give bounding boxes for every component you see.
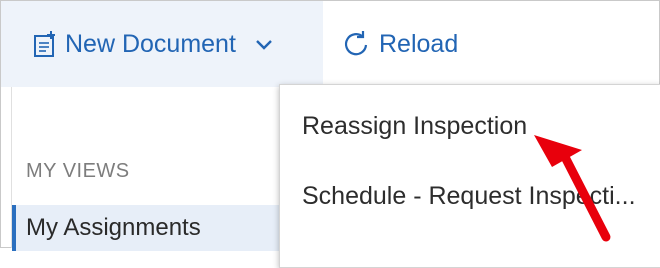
- new-document-dropdown-menu: Reassign Inspection Schedule - Request I…: [279, 84, 660, 268]
- new-document-button[interactable]: New Document: [1, 1, 323, 87]
- window-frame: New Document Reload MY VIEWS My Assignme…: [0, 0, 660, 268]
- reload-button[interactable]: Reload: [341, 1, 458, 87]
- menu-item-schedule-request-inspection[interactable]: Schedule - Request Inspecti...: [280, 161, 660, 231]
- chevron-down-icon: [256, 40, 272, 50]
- sidebar-item-label: My Assignments: [26, 214, 201, 241]
- sidebar-item-my-assignments[interactable]: My Assignments: [12, 205, 302, 251]
- toolbar: New Document Reload: [1, 1, 659, 87]
- reload-icon: [344, 31, 368, 56]
- reload-label: Reload: [379, 29, 459, 58]
- views-heading: MY VIEWS: [26, 160, 130, 182]
- new-document-icon: [34, 31, 55, 57]
- selection-indicator: [12, 205, 16, 251]
- menu-item-reassign-inspection[interactable]: Reassign Inspection: [280, 91, 660, 161]
- views-sidebar: MY VIEWS My Assignments: [11, 87, 303, 251]
- new-document-label: New Document: [65, 29, 236, 58]
